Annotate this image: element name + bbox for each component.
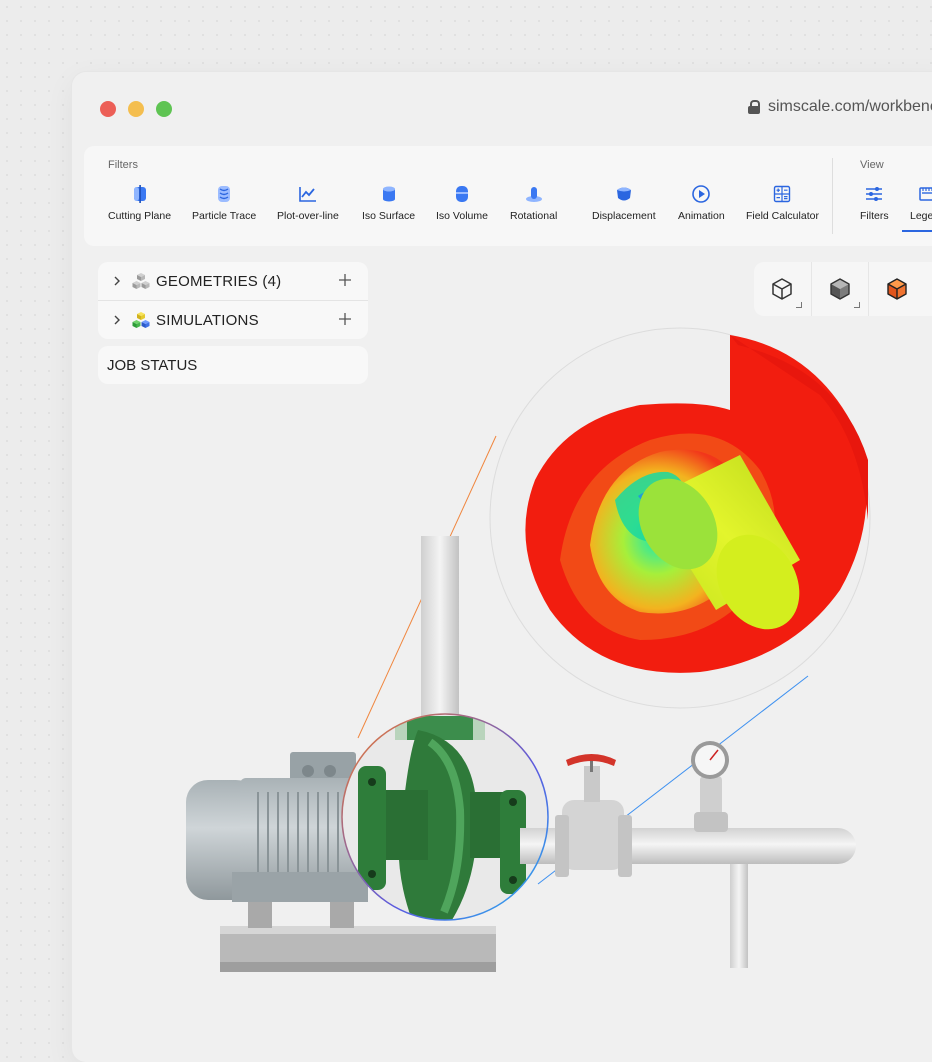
chevron-right-icon[interactable] [112,315,122,325]
tree-item-label: GEOMETRIES (4) [156,272,282,290]
solid-cube-icon [830,278,850,300]
solid-view-button[interactable] [811,262,868,316]
plot-over-line-icon [299,187,316,202]
tree-item-label: SIMULATIONS [156,311,259,329]
job-status-label: JOB STATUS [107,356,198,374]
displacement-icon [616,187,631,201]
play-icon [692,185,711,203]
title-bar: simscale.com/workbench [72,72,932,144]
wireframe-cube-icon [772,278,792,300]
view-filters-button[interactable]: Filters [860,184,889,222]
view-group-label: View [860,159,884,171]
tree-item-simulations[interactable]: SIMULATIONS [98,300,368,339]
field-calculator-button[interactable]: Field Calculator [746,184,819,222]
particle-trace-button[interactable]: Particle Trace [192,184,256,222]
url-text: simscale.com/workbench [768,98,932,115]
job-status-panel[interactable]: JOB STATUS [98,346,368,384]
plot-over-line-button[interactable]: Plot-over-line [277,184,339,222]
field-calculator-icon [774,185,791,203]
legend-active-indicator [902,230,932,232]
post-processing-toolbar: Filters View Cutting Plane Particle Trac… [84,146,932,246]
geometries-cubes-icon [132,273,150,289]
view-mode-bar [754,262,932,316]
chevron-right-icon[interactable] [112,276,122,286]
app-window: simscale.com/workbench Filters View Cutt… [72,72,932,1062]
iso-surface-button[interactable]: Iso Surface [362,184,415,222]
dropdown-corner-icon [796,302,802,308]
cutting-plane-button[interactable]: Cutting Plane [108,184,171,222]
surface-edges-view-button[interactable] [868,262,925,316]
tree-item-geometries[interactable]: GEOMETRIES (4) [98,262,368,300]
rotational-button[interactable]: Rotational [510,184,557,222]
simulation-tree: GEOMETRIES (4) SIMULATIONS [98,262,368,339]
sliders-icon [866,187,883,201]
simulations-cubes-icon [132,312,150,328]
legend-icon [918,187,932,201]
filters-group-label: Filters [108,159,138,171]
rotational-icon [525,187,542,202]
minimize-window-button[interactable] [128,101,144,117]
add-simulation-plus-icon[interactable] [338,312,352,326]
iso-surface-icon [382,186,395,202]
legend-button[interactable]: Legend [910,184,932,222]
maximize-window-button[interactable] [156,101,172,117]
particle-trace-icon [218,186,231,202]
dropdown-corner-icon [854,302,860,308]
lock-icon [748,100,760,114]
displacement-button[interactable]: Displacement [592,184,656,222]
colored-cube-icon [887,278,907,300]
close-window-button[interactable] [100,101,116,117]
animation-button[interactable]: Animation [678,184,725,222]
cutting-plane-icon [133,185,146,203]
iso-volume-icon [455,186,468,202]
wireframe-view-button[interactable] [754,262,810,316]
iso-volume-button[interactable]: Iso Volume [436,184,488,222]
add-geometry-plus-icon[interactable] [338,273,352,287]
address-bar[interactable]: simscale.com/workbench [748,98,932,116]
toolbar-divider [832,158,833,234]
